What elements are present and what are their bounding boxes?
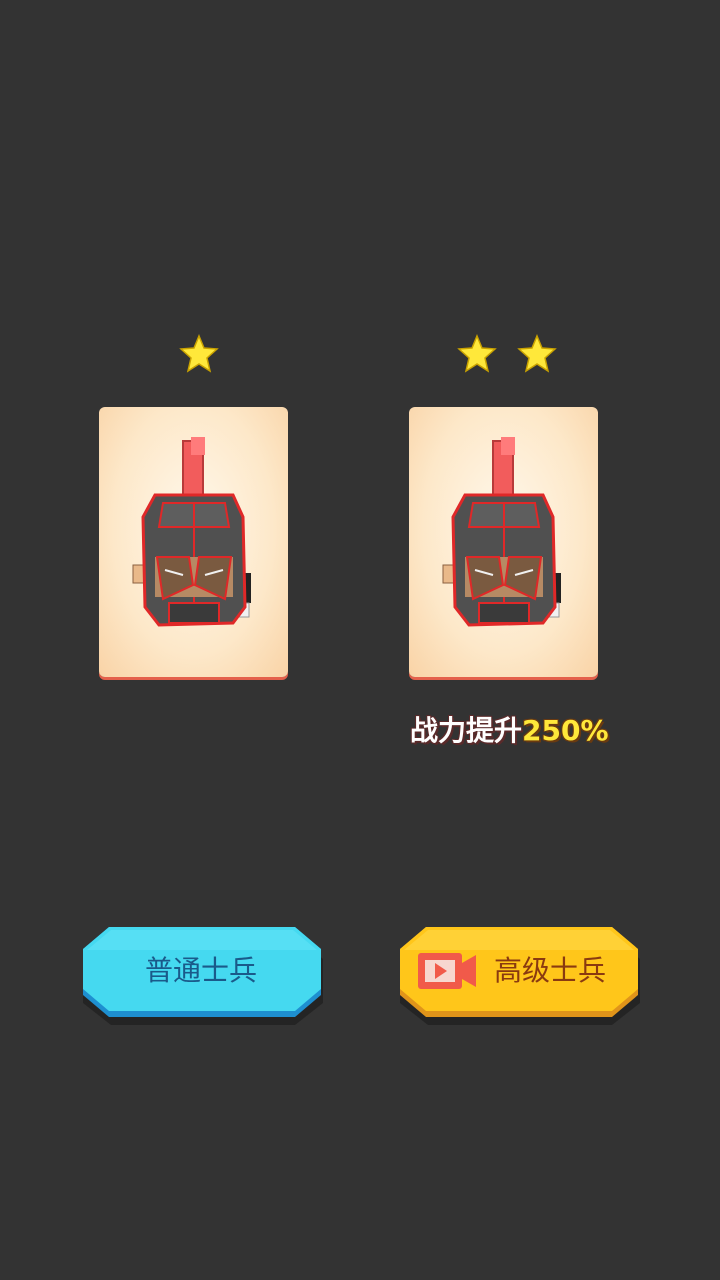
advanced-soldier-button[interactable]: 高级士兵 [400,925,640,1025]
soldier-character-icon [442,437,561,627]
star-icon [517,334,557,373]
power-boost-text: 战力提升250% [410,709,630,753]
advanced-soldier-card[interactable] [409,407,598,677]
normal-soldier-card[interactable] [99,407,288,677]
normal-soldier-label: 普通士兵 [145,954,258,987]
power-boost-label: 战力提升 [410,714,523,747]
star-icon [179,334,219,373]
soldier-character-icon [132,437,251,627]
power-boost-value: 250% [522,714,609,747]
video-camera-icon [418,953,476,989]
star-icon [457,334,497,373]
normal-soldier-button[interactable]: 普通士兵 [83,925,323,1025]
advanced-soldier-label: 高级士兵 [494,954,607,987]
